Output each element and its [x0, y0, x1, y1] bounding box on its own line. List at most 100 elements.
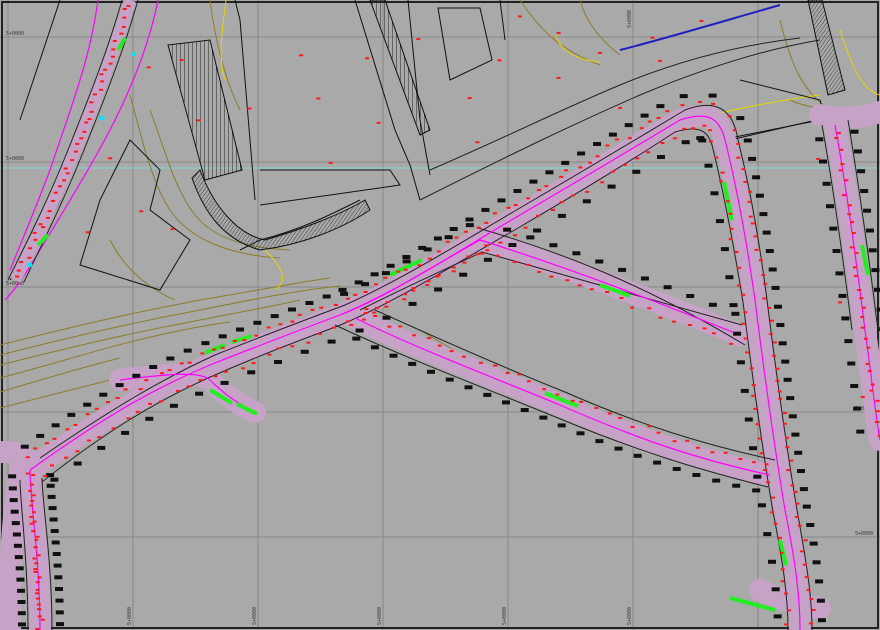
survey-marker [135, 410, 140, 413]
survey-marker [789, 459, 794, 462]
survey-marker [480, 252, 485, 255]
building-block [50, 477, 59, 482]
building-block [270, 314, 279, 319]
survey-marker [62, 179, 67, 182]
survey-marker [331, 326, 336, 329]
building-block [340, 291, 349, 296]
survey-marker [121, 25, 126, 28]
survey-marker [556, 76, 561, 79]
cad-drawing-viewport[interactable]: 5+0000 5+0000 5+0000 5+0000 5+0000 5+000… [0, 0, 880, 630]
survey-marker [290, 345, 295, 348]
survey-marker [785, 436, 789, 439]
survey-marker [436, 250, 441, 253]
road-network [0, 0, 880, 630]
building-block [389, 353, 398, 358]
survey-marker [861, 306, 866, 309]
survey-marker [73, 424, 78, 426]
survey-marker [310, 308, 315, 311]
survey-marker [647, 120, 652, 123]
survey-marker [122, 8, 127, 10]
building-block [657, 155, 665, 159]
building-block [73, 461, 82, 466]
survey-marker [750, 222, 755, 225]
survey-marker [702, 327, 707, 330]
survey-marker [79, 137, 84, 140]
survey-marker [699, 20, 704, 22]
building-block [577, 151, 586, 156]
survey-marker [27, 256, 32, 259]
site-plan-drawing[interactable]: 5+0000 5+0000 5+0000 5+0000 5+0000 5+000… [0, 0, 880, 630]
survey-marker [751, 394, 756, 397]
survey-marker [512, 261, 517, 263]
survey-marker [25, 456, 30, 459]
building-block [791, 432, 800, 437]
survey-marker [737, 284, 742, 287]
survey-marker [87, 118, 92, 121]
survey-marker [594, 407, 599, 409]
building-block [513, 189, 522, 193]
survey-marker [31, 530, 36, 533]
survey-marker [840, 163, 845, 166]
survey-marker [783, 592, 788, 595]
survey-marker [94, 407, 99, 410]
survey-marker [720, 171, 725, 174]
survey-marker [597, 51, 602, 54]
building-block [809, 541, 818, 546]
survey-marker [35, 581, 40, 584]
survey-marker [427, 257, 432, 260]
survey-marker [816, 158, 821, 160]
survey-marker [665, 110, 670, 113]
survey-marker [782, 422, 787, 425]
survey-marker [167, 369, 172, 372]
survey-marker [43, 475, 48, 477]
building-block [844, 339, 853, 344]
building-block [10, 509, 19, 514]
survey-marker [170, 228, 175, 231]
survey-marker [763, 282, 767, 285]
building-block [752, 175, 761, 180]
survey-marker [570, 194, 575, 197]
building-block [132, 373, 141, 378]
survey-marker [33, 568, 38, 571]
survey-marker [110, 55, 115, 58]
property-outlines [9, 0, 826, 291]
building-block [427, 369, 435, 374]
building-block [640, 276, 649, 281]
survey-marker [28, 247, 32, 250]
survey-marker [757, 437, 762, 440]
building-block [503, 227, 512, 232]
survey-marker [372, 311, 377, 314]
survey-marker [36, 554, 41, 557]
building-block [533, 228, 542, 233]
building-block [753, 474, 762, 479]
survey-marker [585, 190, 589, 193]
survey-marker [867, 370, 872, 373]
building-block [725, 275, 734, 280]
survey-marker [34, 538, 39, 541]
building-block [12, 532, 21, 537]
survey-marker [751, 384, 756, 387]
survey-marker [844, 179, 849, 182]
survey-marker [119, 32, 124, 35]
survey-marker [763, 469, 767, 471]
survey-marker [784, 623, 789, 626]
survey-marker [728, 212, 733, 215]
building-block [778, 341, 787, 346]
building-block [826, 204, 834, 209]
survey-marker [451, 266, 456, 269]
building-block [274, 360, 282, 364]
survey-marker [427, 337, 432, 340]
survey-marker [708, 129, 713, 132]
survey-marker [851, 232, 856, 234]
survey-marker [15, 275, 19, 278]
survey-marker [759, 452, 764, 455]
survey-marker [254, 334, 259, 337]
survey-marker [542, 388, 547, 391]
survey-marker [755, 423, 760, 426]
grid-x-label: 5+0000 [627, 10, 633, 28]
survey-marker [859, 297, 864, 300]
building-block [18, 622, 26, 627]
building-block [83, 402, 92, 407]
survey-marker [650, 36, 655, 39]
survey-marker [619, 297, 624, 299]
